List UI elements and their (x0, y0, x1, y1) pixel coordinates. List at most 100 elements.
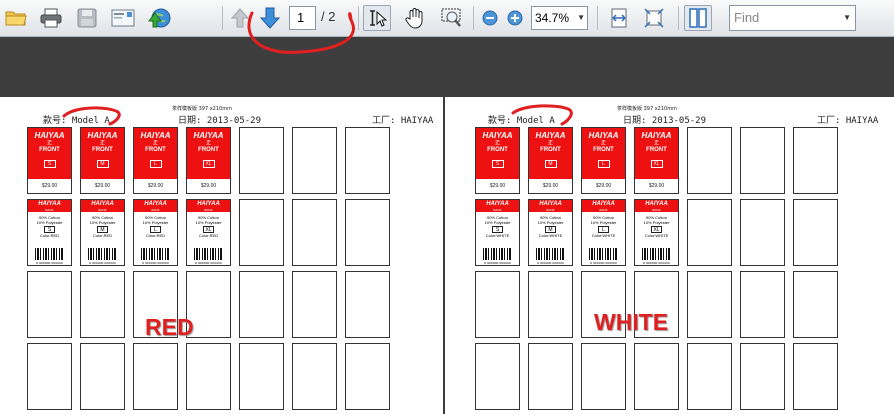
composition-line: 10% Polyester (590, 220, 617, 225)
front-label: FRONT (39, 147, 60, 153)
size-label: XL (651, 226, 662, 233)
empty-tag-slot (345, 199, 390, 266)
zoom-level-select[interactable]: 34.7% ▼ (531, 6, 588, 30)
empty-tag-slot (80, 271, 125, 338)
page-title: 茶样模板版 397 x210mm (617, 106, 677, 112)
brand-label: HAIYAA (34, 131, 65, 140)
color-label: Color:WHITE (485, 233, 510, 238)
empty-tag-slot (345, 271, 390, 338)
brand-header: HAIYAA BANK (476, 200, 519, 212)
front-label: FRONT (198, 147, 219, 153)
composition-line: 10% Polyester (89, 220, 116, 225)
front-label: FRONT (646, 147, 667, 153)
brand-label: HAIYAA (482, 131, 513, 140)
empty-tag-slot (740, 271, 785, 338)
empty-tag-slot (634, 343, 679, 410)
color-annotation: WHITE (594, 309, 669, 335)
chevron-down-icon[interactable]: ▼ (577, 7, 585, 29)
barcode (642, 248, 671, 260)
empty-tag-slot (186, 343, 231, 410)
zheng-label: 正 (494, 140, 500, 146)
size-label: S (43, 160, 56, 168)
barcode-number: 6 900000 000000 (89, 261, 116, 265)
zheng-label: 正 (205, 140, 211, 146)
two-page-view-icon[interactable] (684, 5, 712, 31)
front-tag: HAIYAA 正 FRONT S $29.00 (27, 127, 72, 194)
empty-tag-slot (80, 343, 125, 410)
find-placeholder: Find (734, 10, 760, 25)
price-label: $29.00 (28, 179, 71, 193)
composition-line: 10% Polyester (142, 220, 169, 225)
brand-sub-label: BANK (652, 208, 661, 212)
color-label: Color:RED (145, 233, 166, 238)
price-label: $29.00 (635, 179, 678, 193)
color-annotation: RED (145, 314, 194, 340)
empty-tag-slot (475, 343, 520, 410)
model-label: 款号: Model A (488, 116, 555, 126)
brand-sub-label: BANK (546, 208, 555, 212)
empty-tag-slot (793, 271, 838, 338)
empty-tag-slot (239, 127, 284, 194)
back-tag: HAIYAA BANK 90% Cotton 10% Polyester M Color:… (528, 199, 573, 266)
marquee-zoom-icon[interactable] (439, 5, 465, 31)
previous-page-icon[interactable] (229, 5, 251, 31)
composition-label: 90% Cotton 10% Polyester (529, 215, 572, 225)
barcode-number: 6 900000 000000 (142, 261, 169, 265)
barcode (141, 248, 170, 260)
back-tag: HAIYAA BANK 90% Cotton 10% Polyester M Color:… (80, 199, 125, 266)
date-label: 日期: 2013-05-29 (178, 116, 262, 126)
brand-label: HAIYAA (588, 131, 619, 140)
price-label: $29.00 (582, 179, 625, 193)
barcode (88, 248, 117, 260)
zheng-label: 正 (46, 140, 52, 146)
brand-sub-label: BANK (493, 208, 502, 212)
empty-tag-slot (793, 127, 838, 194)
find-input[interactable]: Find ▼ (729, 5, 856, 31)
empty-tag-slot (292, 271, 337, 338)
fit-width-icon[interactable] (606, 5, 632, 31)
collaborate-icon[interactable] (145, 5, 173, 31)
price-label: $29.00 (476, 179, 519, 193)
front-tag: HAIYAA 正 FRONT M $29.00 (80, 127, 125, 194)
brand-label: HAIYAA (539, 201, 562, 207)
front-tag: HAIYAA 正 FRONT L $29.00 (133, 127, 178, 194)
barcode (536, 248, 565, 260)
barcode (194, 248, 223, 260)
front-tag: HAIYAA 正 FRONT M $29.00 (528, 127, 573, 194)
page-number-input[interactable]: 1 (289, 6, 316, 30)
barcode-number: 6 900000 000000 (36, 261, 63, 265)
size-label: M (96, 160, 109, 168)
open-folder-icon[interactable] (3, 5, 29, 31)
save-icon[interactable] (74, 5, 100, 31)
zheng-label: 正 (653, 140, 659, 146)
composition-label: 90% Cotton 10% Polyester (582, 215, 625, 225)
size-label: L (597, 160, 610, 168)
print-icon[interactable] (38, 5, 64, 31)
size-label: XL (202, 160, 215, 168)
barcode (483, 248, 512, 260)
brand-header: HAIYAA BANK (529, 200, 572, 212)
barcode-number: 6 900000 000000 (643, 261, 670, 265)
size-label: L (149, 160, 162, 168)
zoom-in-icon[interactable] (505, 5, 525, 31)
front-tag: HAIYAA 正 FRONT S $29.00 (475, 127, 520, 194)
toolbar: 1 / 2 34.7% ▼ Find ▼ (0, 0, 894, 37)
size-label: XL (650, 160, 663, 168)
front-label: FRONT (540, 147, 561, 153)
chevron-down-icon[interactable]: ▼ (843, 6, 851, 30)
price-label: $29.00 (81, 179, 124, 193)
factory-label: 工厂: HAIYAA (817, 116, 879, 126)
email-icon[interactable] (109, 5, 137, 31)
composition-line: 10% Polyester (36, 220, 63, 225)
zheng-label: 正 (547, 140, 553, 146)
hand-tool-icon[interactable] (402, 5, 428, 31)
zoom-out-icon[interactable] (480, 5, 500, 31)
select-text-icon[interactable] (363, 5, 391, 31)
color-label: Color:RED (198, 233, 219, 238)
size-label: L (150, 226, 161, 233)
next-page-icon[interactable] (258, 5, 282, 31)
back-tag: HAIYAA BANK 90% Cotton 10% Polyester S Color:… (27, 199, 72, 266)
empty-tag-slot (27, 343, 72, 410)
empty-tag-slot (740, 343, 785, 410)
fit-page-icon[interactable] (641, 5, 667, 31)
